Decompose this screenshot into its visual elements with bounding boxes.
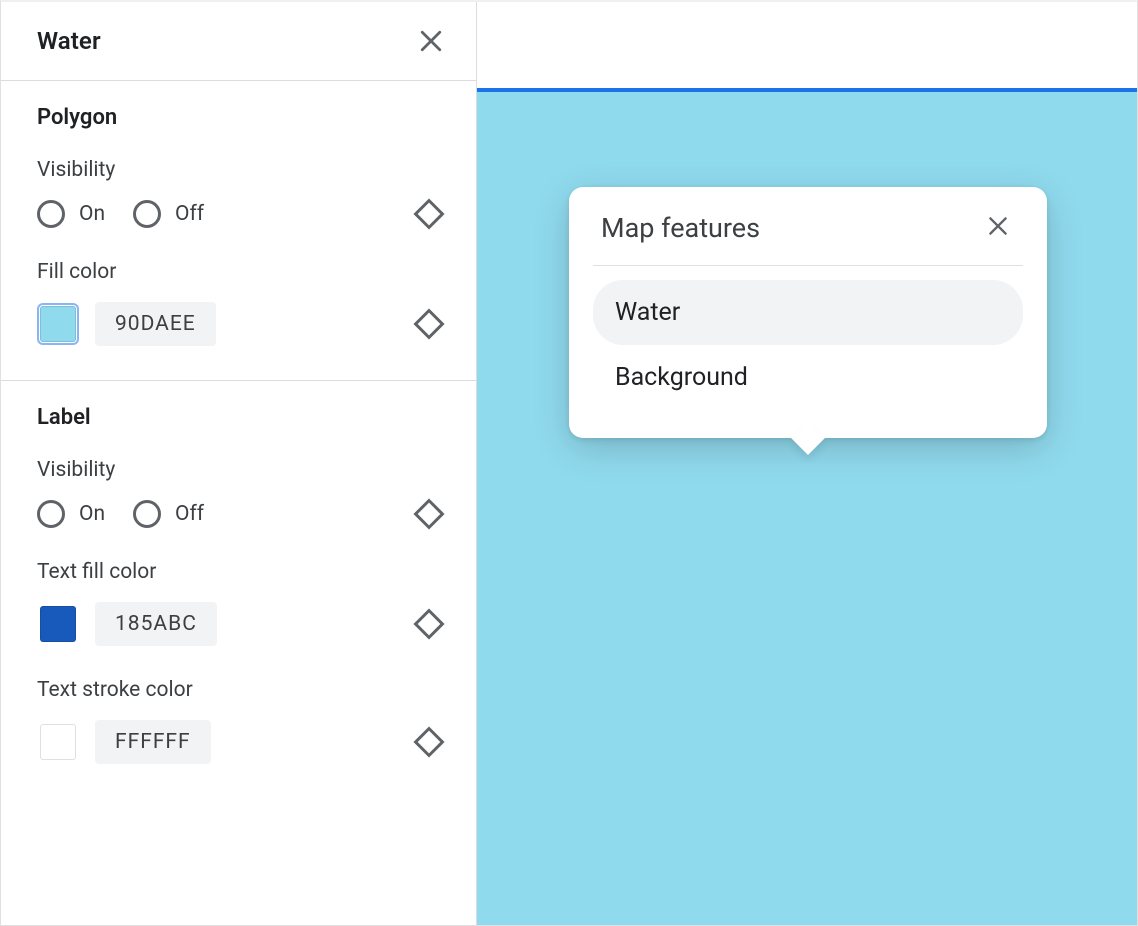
hex-input[interactable]: FFFFFF	[95, 720, 211, 764]
text-stroke-row: FFFFFF	[37, 720, 440, 764]
polygon-visibility-on[interactable]: On	[37, 200, 105, 228]
label-visibility-radios: On Off	[37, 500, 204, 528]
radio-icon	[133, 500, 161, 528]
map-features-popover: Map features Water Background	[569, 187, 1047, 438]
reset-icon[interactable]	[413, 308, 444, 339]
close-icon[interactable]	[981, 209, 1015, 247]
radio-label-on: On	[79, 502, 105, 526]
radio-label-off: Off	[175, 202, 204, 226]
reset-icon[interactable]	[413, 498, 444, 529]
polygon-visibility-radios: On Off	[37, 200, 204, 228]
style-panel: Water Polygon Visibility On Off Fill col…	[1, 2, 477, 925]
color-swatch[interactable]	[37, 303, 79, 345]
reset-icon[interactable]	[413, 608, 444, 639]
map-canvas[interactable]: Map features Water Background	[477, 92, 1137, 925]
polygon-visibility-row: On Off	[37, 200, 440, 228]
map-feature-item-background[interactable]: Background	[593, 345, 1023, 410]
radio-icon	[133, 200, 161, 228]
label-visibility-on[interactable]: On	[37, 500, 105, 528]
radio-icon	[37, 200, 65, 228]
label-visibility-row: On Off	[37, 500, 440, 528]
label-visibility-off[interactable]: Off	[133, 500, 204, 528]
text-fill-row: 185ABC	[37, 602, 440, 646]
hex-input[interactable]: 185ABC	[95, 602, 217, 646]
swatch-inner	[40, 606, 76, 642]
radio-icon	[37, 500, 65, 528]
radio-label-off: Off	[175, 502, 204, 526]
visibility-label: Visibility	[37, 458, 440, 482]
label-section: Label Visibility On Off Text fill color	[1, 381, 476, 798]
text-fill-label: Text fill color	[37, 560, 440, 584]
section-title-polygon: Polygon	[37, 105, 440, 130]
swatch-inner	[40, 306, 76, 342]
popover-title: Map features	[601, 212, 760, 244]
reset-icon[interactable]	[413, 726, 444, 757]
radio-label-on: On	[79, 202, 105, 226]
color-swatch[interactable]	[37, 603, 79, 645]
map-feature-item-water[interactable]: Water	[593, 280, 1023, 345]
popover-header: Map features	[593, 209, 1023, 266]
hex-input[interactable]: 90DAEE	[95, 302, 216, 346]
section-title-label: Label	[37, 405, 440, 430]
text-stroke-label: Text stroke color	[37, 678, 440, 702]
polygon-fill-color: 90DAEE	[37, 302, 216, 346]
text-stroke-color: FFFFFF	[37, 720, 211, 764]
polygon-section: Polygon Visibility On Off Fill color	[1, 81, 476, 381]
polygon-fill-row: 90DAEE	[37, 302, 440, 346]
text-fill-color: 185ABC	[37, 602, 217, 646]
panel-title: Water	[37, 27, 101, 55]
panel-header: Water	[1, 2, 476, 81]
close-icon[interactable]	[416, 26, 446, 56]
reset-icon[interactable]	[413, 198, 444, 229]
visibility-label: Visibility	[37, 158, 440, 182]
color-swatch[interactable]	[37, 721, 79, 763]
tab-bar	[477, 2, 1137, 92]
fill-color-label: Fill color	[37, 260, 440, 284]
map-preview: Map features Water Background	[477, 2, 1137, 925]
swatch-inner	[40, 724, 76, 760]
polygon-visibility-off[interactable]: Off	[133, 200, 204, 228]
